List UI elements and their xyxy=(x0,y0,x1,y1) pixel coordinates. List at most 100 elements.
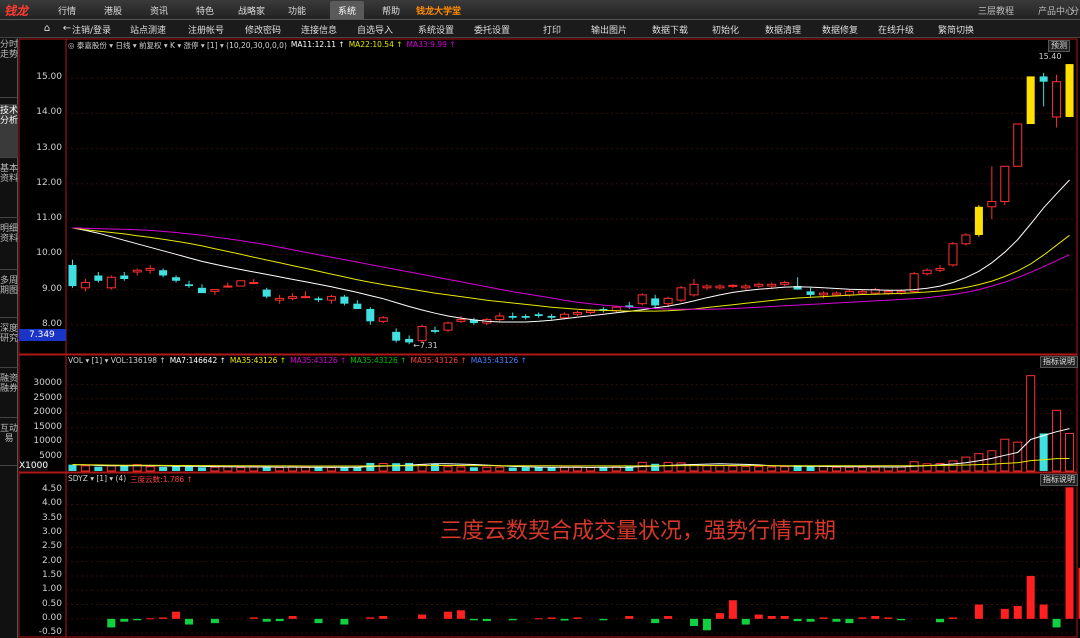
y-tick-label: 0.50 xyxy=(41,598,62,609)
candle-body xyxy=(120,275,129,280)
candle-body xyxy=(508,316,517,318)
volume-bar xyxy=(1065,432,1075,472)
candle-body xyxy=(521,316,530,318)
sdyz-bar xyxy=(702,618,711,631)
forecast-button[interactable]: 预测 xyxy=(1048,40,1070,52)
sdyz-bar xyxy=(262,618,271,622)
volume-bar xyxy=(534,467,543,471)
candle-body xyxy=(857,290,867,294)
sdyz-bar xyxy=(210,618,219,624)
volume-bar xyxy=(1013,441,1023,472)
y-tick-label: 1.00 xyxy=(41,584,62,595)
candle-body xyxy=(689,283,699,296)
vol-legend-segment: MA35:43126 ↑ xyxy=(470,356,527,365)
sdyz-bar xyxy=(767,615,776,619)
vol-legend-segment: VOL ▾ [1] ▾ VOL:136198 ↑ xyxy=(68,356,166,365)
candle-body xyxy=(663,297,673,305)
candle-body xyxy=(340,296,349,304)
sdyz-bar xyxy=(288,615,297,619)
sdyz-bar xyxy=(249,617,258,619)
sdyz-bar xyxy=(884,617,893,619)
volume-bar xyxy=(275,467,285,472)
sdyz-bar xyxy=(780,615,789,619)
vol-ma-line-ma7 xyxy=(72,428,1070,468)
volume-bar xyxy=(456,466,466,472)
candle-body xyxy=(974,206,983,235)
vol-legend-segment: MA35:43126 ↑ xyxy=(229,356,287,365)
candle-body xyxy=(145,267,155,271)
volume-bar xyxy=(780,466,790,472)
volume-bar xyxy=(767,466,777,472)
volume-bar xyxy=(857,467,867,472)
volume-bar xyxy=(236,467,246,472)
y-tick-label: 8.00 xyxy=(41,318,62,329)
candle-body xyxy=(883,290,893,294)
sdyz-bar xyxy=(275,618,284,622)
candle-body xyxy=(378,317,388,322)
sdyz-bar xyxy=(845,618,854,624)
volume-bar xyxy=(210,466,220,472)
sdyz-legend-segment: 三度云数:1.786 ↑ xyxy=(130,475,193,484)
volume-bar xyxy=(961,456,971,472)
volume-bar xyxy=(896,466,906,472)
vol-legend-segment: MA7:146642 ↑ xyxy=(169,356,226,365)
sdyz-bar xyxy=(1052,618,1061,628)
volume-bar xyxy=(314,467,323,471)
sdyz-bar xyxy=(741,618,750,625)
y-tick-label: 11.00 xyxy=(36,213,62,224)
y-tick-label: 4.00 xyxy=(41,498,62,509)
ma-line-ma33 xyxy=(72,227,1070,310)
sdyz-bar xyxy=(1000,608,1009,619)
candle-body xyxy=(288,296,298,299)
candle-body xyxy=(728,284,738,287)
indicator-info-button[interactable]: 指标说明 xyxy=(1040,356,1078,368)
candle-body xyxy=(844,290,854,296)
sdyz-bar xyxy=(728,600,737,619)
candle-body xyxy=(572,311,582,315)
candle-body xyxy=(1026,76,1035,124)
high-price-label: 15.40 xyxy=(1038,52,1062,62)
candle-body xyxy=(702,285,712,289)
candle-body xyxy=(896,290,906,294)
sdyz-bar xyxy=(664,615,673,619)
volume-bar xyxy=(80,465,90,472)
y-tick-label: 3.00 xyxy=(41,527,62,538)
candle-body xyxy=(534,314,543,317)
sdyz-bar xyxy=(793,618,802,622)
indicator-info-button[interactable]: 指标说明 xyxy=(1040,474,1078,486)
sdyz-bar xyxy=(547,617,556,619)
volume-bar xyxy=(159,466,168,471)
volume-bar xyxy=(560,466,570,472)
candle-body xyxy=(961,234,971,245)
volume-bar xyxy=(870,466,880,472)
volume-bar xyxy=(715,465,725,472)
volume-bar xyxy=(172,466,181,471)
y-tick-label: 3.50 xyxy=(41,512,62,523)
candle-body xyxy=(417,326,427,342)
candle-body xyxy=(780,282,790,285)
sdyz-bar xyxy=(819,617,828,619)
sdyz-bar xyxy=(482,618,491,622)
volume-bar xyxy=(948,460,958,472)
sdyz-bar xyxy=(806,618,815,622)
kline-legend-segment: MA11:12.11 ↑ xyxy=(290,40,345,49)
candle-body xyxy=(495,315,505,321)
low-price-label: ←7.31 xyxy=(413,341,438,351)
sdyz-bar xyxy=(573,617,582,619)
y-tick-label: 13.00 xyxy=(36,142,62,153)
sdyz-bar xyxy=(443,611,453,619)
volume-bar xyxy=(831,466,841,472)
candle-body xyxy=(948,243,958,266)
volume-bar xyxy=(340,467,349,471)
volume-bar xyxy=(106,465,116,472)
candle-body xyxy=(366,308,375,322)
candle-body xyxy=(159,270,168,276)
sdyz-bar xyxy=(715,613,724,619)
sdyz-bar xyxy=(366,617,375,619)
vol-legend-segment: MA35:43126 ↑ xyxy=(410,356,467,365)
sdyz-bar xyxy=(832,618,841,622)
volume-bar xyxy=(818,465,829,472)
candle-body xyxy=(210,289,220,292)
candle-body xyxy=(547,316,556,318)
volume-bar xyxy=(1026,375,1036,472)
